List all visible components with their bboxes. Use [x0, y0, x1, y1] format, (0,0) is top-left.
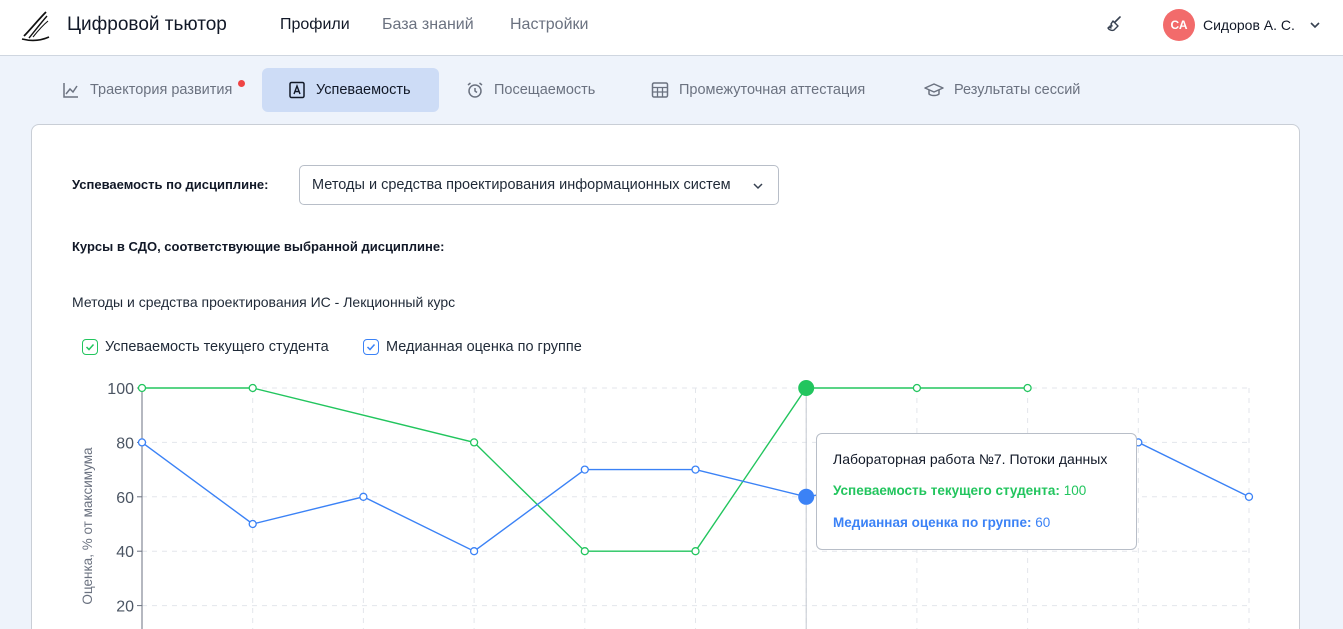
course-name: Методы и средства проектирования ИС - Ле… — [72, 294, 456, 310]
series-median-point — [691, 465, 700, 474]
checkbox-checked-icon[interactable] — [363, 339, 379, 355]
y-tick-label: 60 — [116, 490, 134, 507]
tooltip-median-value: 60 — [1035, 515, 1051, 530]
discipline-select[interactable]: Методы и средства проектирования информа… — [299, 165, 779, 205]
tooltip-student-row: Успеваемость текущего студента: 100 — [833, 483, 1136, 505]
y-tick-label: 100 — [107, 381, 134, 398]
avatar[interactable]: СА — [1163, 9, 1195, 41]
tooltip-title: Лабораторная работа №7. Потоки данных — [833, 451, 1108, 467]
broom-icon[interactable] — [1106, 15, 1124, 33]
y-axis-label: Оценка, % от максимума — [80, 447, 95, 605]
series-student-point — [580, 547, 589, 556]
series-median-point — [580, 465, 589, 474]
series-student-point — [798, 380, 815, 396]
series-median-point — [798, 488, 815, 505]
tab-label: Успеваемость — [316, 82, 411, 98]
y-tick-label: 40 — [116, 544, 134, 561]
nav-settings[interactable]: Настройки — [510, 16, 588, 34]
nav-knowledge-base[interactable]: База знаний — [382, 16, 474, 34]
series-student-point — [912, 383, 922, 393]
tab-label: Промежуточная аттестация — [679, 82, 866, 98]
tooltip-student-label: Успеваемость текущего студента: — [833, 483, 1060, 498]
series-student-point — [691, 547, 700, 556]
tab-attendance[interactable]: Посещаемость — [456, 68, 616, 112]
top-bar: Цифровой тьютор Профили База знаний Наст… — [0, 0, 1343, 56]
tab-intermediate-attestation[interactable]: Промежуточная аттестация — [641, 68, 896, 112]
series-median-point — [359, 492, 368, 501]
tooltip-median-label: Медианная оценка по группе: — [833, 515, 1032, 530]
user-name[interactable]: Сидоров А. С. — [1203, 17, 1295, 33]
series-student-point — [1023, 383, 1032, 393]
legend-label: Успеваемость текущего студента — [105, 339, 329, 355]
tab-session-results[interactable]: Результаты сессий — [914, 68, 1104, 112]
nav-profiles[interactable]: Профили — [280, 16, 350, 34]
series-median-point — [469, 547, 479, 556]
tab-trajectory[interactable]: Траектория развития — [52, 68, 252, 112]
logo-icon — [21, 11, 50, 42]
courses-label: Курсы в СДО, соответствующие выбранной д… — [72, 239, 445, 254]
graduation-cap-icon — [924, 83, 944, 97]
checkbox-checked-icon[interactable] — [82, 339, 98, 355]
series-student-point — [248, 383, 257, 393]
series-student-point — [469, 438, 479, 447]
tooltip-student-value: 100 — [1063, 483, 1087, 498]
table-icon — [651, 82, 669, 98]
series-median-point — [248, 519, 257, 529]
discipline-select-value: Методы и средства проектирования информа… — [312, 177, 731, 193]
brand-name: Цифровой тьютор — [67, 14, 227, 35]
notification-dot — [238, 80, 245, 87]
chart-icon — [63, 83, 78, 98]
discipline-label: Успеваемость по дисциплине: — [72, 177, 269, 192]
tooltip-median-row: Медианная оценка по группе: 60 — [833, 515, 1136, 537]
tab-label: Траектория развития — [90, 82, 233, 98]
tab-label: Результаты сессий — [954, 82, 1081, 98]
y-tick-label: 80 — [116, 435, 134, 452]
legend-student[interactable]: Успеваемость текущего студента — [82, 339, 329, 355]
chart-tooltip: Лабораторная работа №7. Потоки данных Ус… — [816, 433, 1137, 550]
series-median-point — [1244, 492, 1254, 501]
grade-icon — [289, 81, 305, 99]
chevron-down-icon — [753, 183, 763, 190]
legend-median[interactable]: Медианная оценка по группе — [363, 339, 582, 355]
tab-label: Посещаемость — [494, 82, 596, 98]
legend-label: Медианная оценка по группе — [386, 339, 582, 355]
series-student-point — [137, 383, 147, 393]
chevron-down-icon[interactable] — [1309, 19, 1321, 31]
y-tick-label: 20 — [116, 599, 134, 616]
series-median-point — [137, 438, 147, 447]
alarm-clock-icon — [467, 82, 483, 98]
tab-performance[interactable]: Успеваемость — [262, 68, 439, 112]
